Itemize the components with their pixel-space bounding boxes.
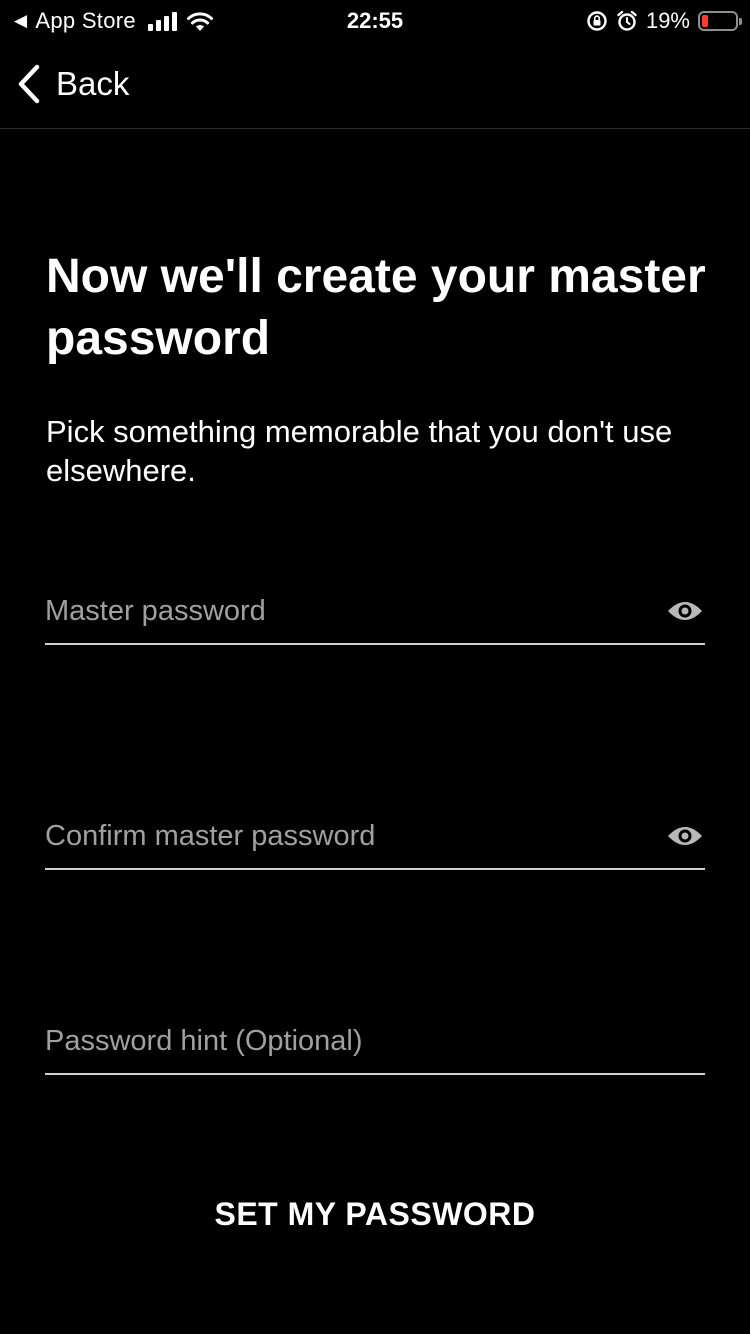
chevron-left-icon: [18, 64, 40, 104]
show-confirm-password-button[interactable]: [665, 816, 705, 856]
master-password-field: [45, 583, 705, 645]
page-subtitle: Pick something memorable that you don't …: [46, 414, 673, 488]
status-bar: ◀ App Store 22:55 19%: [0, 0, 750, 40]
master-password-input[interactable]: [45, 583, 645, 639]
show-master-password-button[interactable]: [665, 591, 705, 631]
confirm-password-input[interactable]: [45, 808, 645, 864]
back-label: Back: [56, 65, 130, 102]
battery-percent: 19%: [645, 8, 690, 33]
rotation-lock-icon: [587, 11, 607, 31]
set-password-button[interactable]: SET MY PASSWORD: [0, 1184, 750, 1244]
page-title: Now we'll create your master password: [46, 250, 706, 365]
navigation-bar: Back: [0, 40, 750, 129]
status-right-group: 19%: [586, 6, 742, 36]
confirm-password-field: [45, 808, 705, 870]
battery-level-fill: [702, 15, 708, 27]
eye-icon: [668, 827, 702, 845]
eye-icon: [668, 602, 702, 620]
back-button[interactable]: Back: [16, 60, 129, 108]
password-hint-input[interactable]: [45, 1013, 645, 1069]
battery-icon: [698, 11, 742, 31]
alarm-icon: [617, 10, 637, 31]
password-hint-field: [45, 1013, 705, 1075]
